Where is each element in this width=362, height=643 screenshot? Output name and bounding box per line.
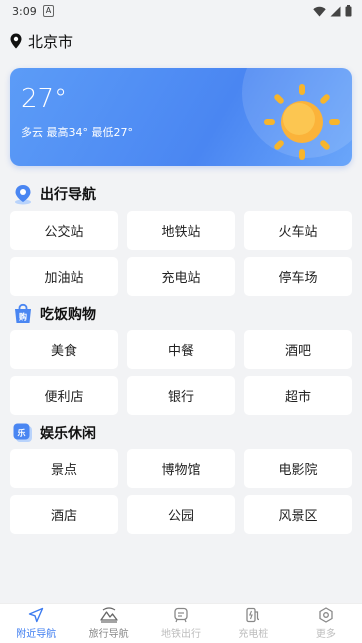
grid-item-bus-stop[interactable]: 公交站 (10, 211, 118, 250)
section-title-travel: 出行导航 (12, 182, 96, 206)
section-title-leisure: 乐 娱乐休闲 (12, 421, 96, 445)
svg-text:乐: 乐 (18, 428, 26, 438)
section-title-label: 吃饭购物 (40, 307, 96, 323)
weather-description: 多云 最高34° 最低27° (21, 126, 133, 139)
tab-charging-pile[interactable]: 充电桩 (217, 604, 289, 643)
grid-item-bank[interactable]: 银行 (127, 376, 235, 415)
grid-item-gas-station[interactable]: 加油站 (10, 257, 118, 296)
grid-item-scenic-spot[interactable]: 景点 (10, 449, 118, 488)
tab-label: 附近导航 (16, 629, 57, 640)
status-time: 3:09 (12, 4, 37, 18)
tab-nearby-navigation[interactable]: 附近导航 (0, 604, 72, 643)
location-pin-icon (10, 33, 22, 49)
svg-text:购: 购 (19, 312, 27, 322)
tab-label: 旅行导航 (88, 629, 129, 640)
tab-label: 地铁出行 (161, 629, 202, 640)
settings-hex-icon (319, 607, 333, 623)
status-bar: 3:09 A (0, 0, 362, 22)
status-indicator: A (42, 5, 55, 17)
charging-pile-icon (246, 607, 260, 623)
tab-label: 更多 (315, 629, 336, 640)
tab-more[interactable]: 更多 (290, 604, 362, 643)
bottom-tab-bar: 附近导航 旅行导航 地铁出行 充电桩 更多 (0, 603, 362, 643)
battery-icon (345, 5, 352, 17)
grid-item-food[interactable]: 美食 (10, 330, 118, 369)
grid-item-convenience-store[interactable]: 便利店 (10, 376, 118, 415)
leisure-badge-icon: 乐 (13, 423, 32, 442)
grid-item-charging-station[interactable]: 充电站 (127, 257, 235, 296)
section-title-label: 出行导航 (40, 187, 96, 203)
grid-item-scenic-area[interactable]: 风景区 (244, 495, 352, 534)
subway-icon (174, 607, 188, 623)
grid-item-train-station[interactable]: 火车站 (244, 211, 352, 250)
grid-item-supermarket[interactable]: 超市 (244, 376, 352, 415)
location-city: 北京市 (28, 32, 74, 51)
mountain-icon (99, 607, 118, 623)
section-grid-food-shopping: 美食 中餐 酒吧 便利店 银行 超市 (10, 330, 352, 415)
shopping-bag-icon: 购 (15, 303, 31, 323)
signal-icon (330, 6, 341, 16)
weather-temperature: 27° (21, 84, 68, 114)
tab-subway-travel[interactable]: 地铁出行 (145, 604, 217, 643)
grid-item-park[interactable]: 公园 (127, 495, 235, 534)
navigation-arrow-icon (29, 607, 44, 623)
wifi-icon (313, 6, 326, 16)
grid-item-hotel[interactable]: 酒店 (10, 495, 118, 534)
grid-item-cinema[interactable]: 电影院 (244, 449, 352, 488)
section-grid-travel: 公交站 地铁站 火车站 加油站 充电站 停车场 (10, 211, 352, 296)
map-pin-badge-icon (15, 185, 31, 205)
section-grid-leisure: 景点 博物馆 电影院 酒店 公园 风景区 (10, 449, 352, 534)
grid-item-chinese-food[interactable]: 中餐 (127, 330, 235, 369)
grid-item-subway-station[interactable]: 地铁站 (127, 211, 235, 250)
sun-icon (264, 84, 340, 160)
section-title-label: 娱乐休闲 (40, 426, 96, 442)
location-row[interactable]: 北京市 (0, 22, 362, 60)
grid-item-parking-lot[interactable]: 停车场 (244, 257, 352, 296)
weather-card[interactable]: 27° 多云 最高34° 最低27° (10, 68, 352, 166)
tab-label: 充电桩 (238, 629, 269, 640)
tab-travel-navigation[interactable]: 旅行导航 (72, 604, 144, 643)
grid-item-museum[interactable]: 博物馆 (127, 449, 235, 488)
section-title-food-shopping: 购 吃饭购物 (12, 302, 96, 326)
grid-item-bar[interactable]: 酒吧 (244, 330, 352, 369)
